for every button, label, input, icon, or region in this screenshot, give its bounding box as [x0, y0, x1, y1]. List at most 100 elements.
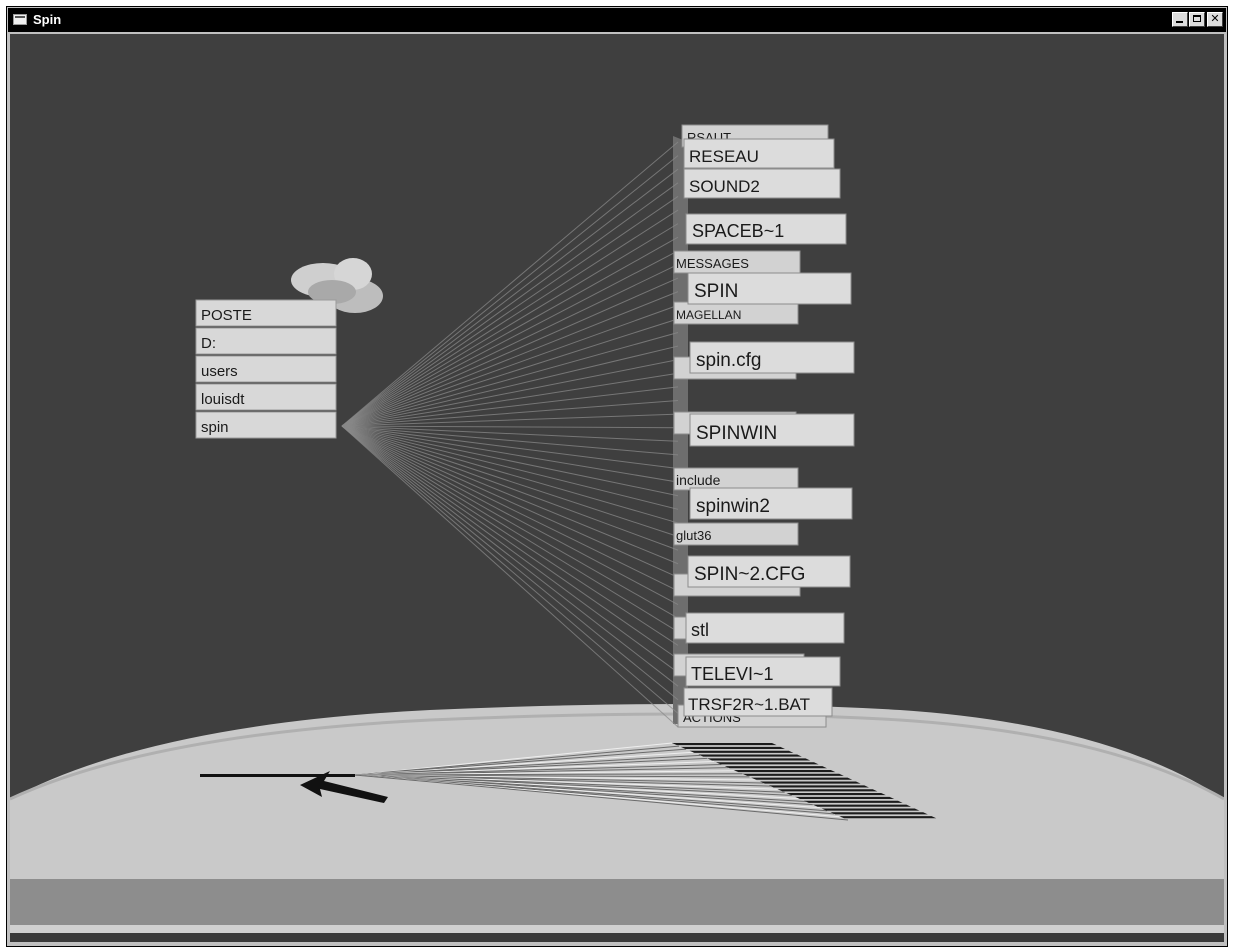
- file-label[interactable]: spinwin2: [689, 487, 853, 520]
- link-line: [341, 425, 679, 483]
- file-label-text: SPINWIN: [696, 423, 777, 444]
- floor-stripe: [672, 743, 777, 746]
- link-line: [341, 331, 679, 427]
- rear-label-text: MESSAGES: [676, 256, 749, 271]
- path-item-label: D:: [201, 335, 216, 352]
- link-line: [341, 304, 679, 427]
- 3d-viewport[interactable]: POSTE D: users louisdt spin RSAUT MESSAG…: [10, 34, 1224, 942]
- file-label-text: SPACEB~1: [692, 221, 784, 241]
- rear-label[interactable]: glut36: [673, 522, 799, 546]
- link-line: [341, 236, 679, 427]
- floor-stripe: [716, 762, 819, 765]
- link-line: [341, 425, 679, 470]
- floor-stripe: [768, 785, 870, 788]
- file-label[interactable]: SPIN~2.CFG: [687, 555, 851, 588]
- rear-label[interactable]: MESSAGES: [673, 250, 801, 274]
- rear-label[interactable]: MAGELLAN: [673, 301, 799, 325]
- file-label-text: stl: [691, 620, 709, 640]
- file-label-text: SPIN: [694, 281, 738, 302]
- link-line: [341, 425, 679, 728]
- window-icon[interactable]: [13, 14, 27, 25]
- maximize-icon: [1193, 15, 1201, 22]
- floor-edge-strip: [10, 925, 1224, 933]
- floor-stripe: [830, 812, 928, 815]
- link-line: [341, 425, 679, 551]
- window-title: Spin: [33, 12, 62, 27]
- floor-edge-band: [10, 879, 1224, 925]
- link-line: [341, 425, 679, 429]
- link-line: [341, 318, 679, 427]
- path-item-spin[interactable]: spin: [195, 411, 337, 439]
- link-line: [341, 425, 679, 687]
- floor-stripe: [689, 750, 794, 753]
- floor-stripe: [821, 808, 920, 811]
- path-item-label: spin: [201, 419, 229, 436]
- link-line: [341, 425, 679, 578]
- floor-stripe: [795, 796, 895, 800]
- minimize-icon: [1176, 21, 1183, 23]
- file-label-text: SPIN~2.CFG: [694, 564, 805, 585]
- path-item-users[interactable]: users: [195, 355, 337, 383]
- 3d-scene[interactable]: POSTE D: users louisdt spin RSAUT MESSAG…: [10, 34, 1224, 942]
- link-line: [341, 182, 679, 427]
- link-line: [341, 425, 679, 646]
- floor-stripe: [724, 766, 828, 769]
- file-label[interactable]: RESEAU: [683, 138, 835, 169]
- floor-stripe: [680, 746, 786, 749]
- link-line: [341, 425, 679, 673]
- file-label-text: TELEVI~1: [691, 664, 774, 684]
- spin-window: Spin ✕ POSTE D: users louisdt spin RSAUT…: [6, 6, 1228, 947]
- floor-stripe: [786, 793, 886, 796]
- rear-label[interactable]: include: [673, 467, 799, 491]
- link-line: [341, 425, 679, 619]
- floor-stripe: [804, 800, 903, 803]
- bottom-bar: [10, 933, 1224, 942]
- link-line: [341, 425, 679, 714]
- link-line: [341, 277, 679, 427]
- arrow-cursor-icon: [300, 771, 388, 803]
- file-label[interactable]: SPINWIN: [689, 413, 855, 447]
- close-button[interactable]: ✕: [1207, 12, 1223, 27]
- link-line: [341, 155, 679, 427]
- front-file-labels: RESEAU SOUND2 SPACEB~1 SPIN spin.cfg SPI…: [683, 138, 855, 717]
- file-label[interactable]: spin.cfg: [689, 341, 855, 374]
- link-lines: [341, 141, 679, 728]
- link-line: [341, 196, 679, 427]
- maximize-button[interactable]: [1189, 12, 1205, 27]
- file-label[interactable]: stl: [685, 612, 845, 644]
- file-label[interactable]: SPACEB~1: [685, 213, 847, 245]
- file-label[interactable]: TRSF2R~1.BAT: [683, 687, 833, 717]
- link-line: [341, 425, 679, 538]
- file-label-text: SOUND2: [689, 177, 760, 196]
- path-item-label: louisdt: [201, 391, 245, 408]
- file-label-text: TRSF2R~1.BAT: [688, 695, 810, 714]
- link-line: [341, 168, 679, 427]
- link-line: [341, 425, 679, 701]
- link-line: [341, 425, 679, 633]
- link-line: [341, 425, 679, 605]
- path-item-louisdt[interactable]: louisdt: [195, 383, 337, 411]
- title-bar[interactable]: Spin ✕: [8, 8, 1226, 32]
- file-label-text: spinwin2: [696, 496, 770, 517]
- file-label-text: RESEAU: [689, 147, 759, 166]
- file-label[interactable]: TELEVI~1: [685, 656, 841, 687]
- rear-label-text: MAGELLAN: [676, 308, 741, 322]
- file-label[interactable]: SPIN: [687, 272, 852, 305]
- rear-label-text: include: [676, 472, 721, 488]
- file-label[interactable]: SOUND2: [683, 168, 841, 199]
- path-item-label: POSTE: [201, 307, 252, 324]
- path-item-drive[interactable]: D:: [195, 327, 337, 355]
- floor-stripe: [812, 804, 912, 807]
- floor-stripe: [760, 781, 861, 784]
- floor-stripe: [742, 773, 844, 776]
- link-line: [341, 263, 679, 427]
- link-line: [341, 209, 679, 427]
- minimize-button[interactable]: [1172, 12, 1188, 27]
- path-stack: POSTE D: users louisdt spin: [195, 299, 337, 439]
- path-item-poste[interactable]: POSTE: [195, 299, 337, 327]
- file-label-text: spin.cfg: [696, 350, 761, 371]
- rear-label-text: glut36: [676, 528, 711, 543]
- path-item-label: users: [201, 363, 238, 380]
- floor-stripe: [751, 777, 853, 780]
- link-line: [341, 141, 679, 427]
